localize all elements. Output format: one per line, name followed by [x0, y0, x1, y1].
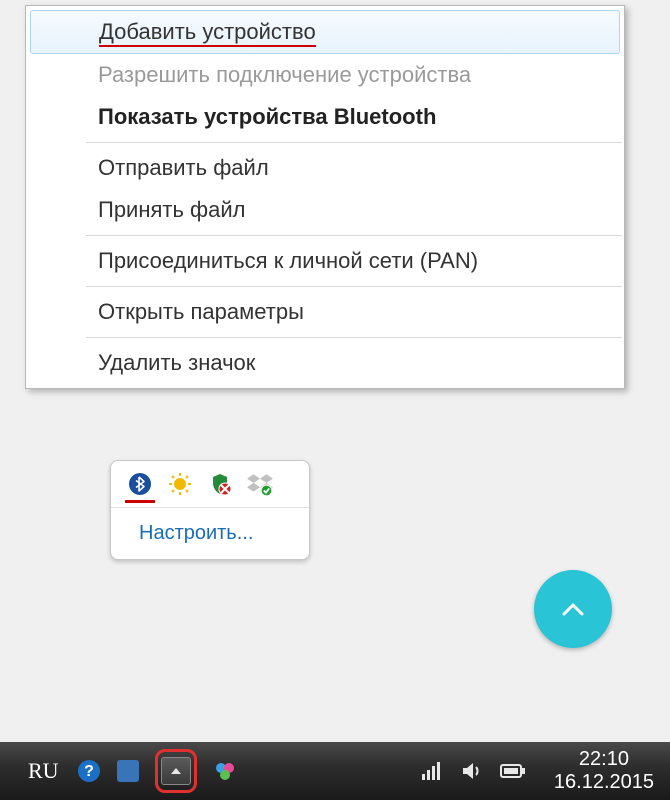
help-icon[interactable]: ? [77, 759, 101, 783]
bluetooth-context-menu: Добавить устройство Разрешить подключени… [25, 5, 625, 389]
menu-label: Добавить устройство [99, 19, 316, 47]
tray-overflow-button[interactable] [161, 757, 191, 785]
menu-item-receive-file[interactable]: Принять файл [28, 189, 622, 231]
menu-item-allow-connection: Разрешить подключение устройства [28, 54, 622, 96]
tray-separator [111, 507, 309, 508]
tray-overflow-popup: Настроить... [110, 460, 310, 560]
network-icon[interactable] [420, 760, 444, 782]
sun-icon[interactable] [167, 471, 193, 497]
menu-item-open-settings[interactable]: Открыть параметры [28, 291, 622, 333]
colorful-app-icon[interactable] [213, 759, 237, 783]
scroll-up-fab[interactable] [534, 570, 612, 648]
menu-item-send-file[interactable]: Отправить файл [28, 147, 622, 189]
volume-icon[interactable] [460, 759, 484, 783]
menu-label: Показать устройства Bluetooth [98, 104, 436, 129]
tray-icons-grid [127, 471, 293, 497]
menu-separator [86, 235, 622, 236]
tray-overflow-highlight [155, 749, 197, 793]
menu-item-show-devices[interactable]: Показать устройства Bluetooth [28, 96, 622, 138]
menu-label: Отправить файл [98, 155, 269, 180]
tray-app-icon[interactable] [117, 760, 139, 782]
menu-label: Удалить значок [98, 350, 255, 375]
menu-item-join-pan[interactable]: Присоединиться к личной сети (PAN) [28, 240, 622, 282]
clock-time: 22:10 [554, 748, 654, 771]
taskbar: RU ? 22:10 16.12.2015 [0, 742, 670, 800]
menu-separator [86, 286, 622, 287]
tray-customize-link[interactable]: Настроить... [127, 518, 293, 551]
menu-label: Разрешить подключение устройства [98, 62, 471, 87]
menu-label: Открыть параметры [98, 299, 304, 324]
menu-separator [86, 337, 622, 338]
clock-date: 16.12.2015 [554, 771, 654, 794]
bluetooth-icon[interactable] [127, 471, 153, 497]
menu-separator [86, 142, 622, 143]
menu-item-remove-icon[interactable]: Удалить значок [28, 342, 622, 384]
chevron-up-icon [562, 602, 584, 616]
menu-label: Принять файл [98, 197, 246, 222]
menu-item-add-device[interactable]: Добавить устройство [30, 10, 620, 54]
shield-alert-icon[interactable] [207, 471, 233, 497]
menu-label: Присоединиться к личной сети (PAN) [98, 248, 478, 273]
triangle-up-icon [169, 766, 183, 776]
svg-text:?: ? [84, 763, 94, 780]
language-indicator[interactable]: RU [28, 758, 59, 784]
dropbox-icon[interactable] [247, 471, 273, 497]
battery-icon[interactable] [500, 762, 526, 780]
tray-customize-label: Настроить... [139, 522, 253, 544]
taskbar-clock[interactable]: 22:10 16.12.2015 [554, 748, 654, 794]
